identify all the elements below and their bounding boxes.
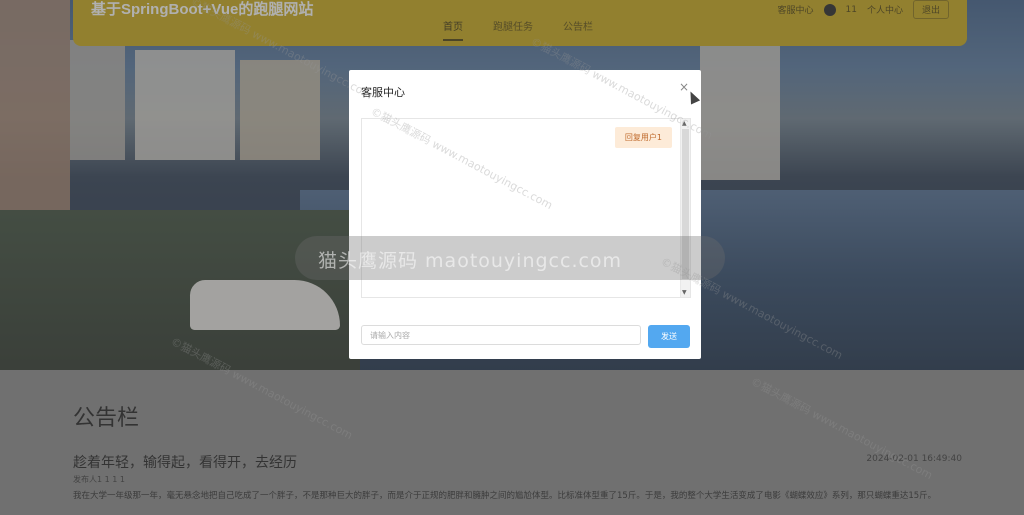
scroll-down-icon[interactable]: ▼ [682,289,687,296]
reply-message: 回复用户1 [614,127,672,148]
watermark-text: 猫头鹰源码 maotouyingcc.com [318,250,623,272]
customer-service-dialog: 客服中心 × 回复用户1 ▲ ▼ 发送 [349,70,701,359]
send-button[interactable]: 发送 [648,325,690,348]
message-input[interactable] [361,325,641,345]
